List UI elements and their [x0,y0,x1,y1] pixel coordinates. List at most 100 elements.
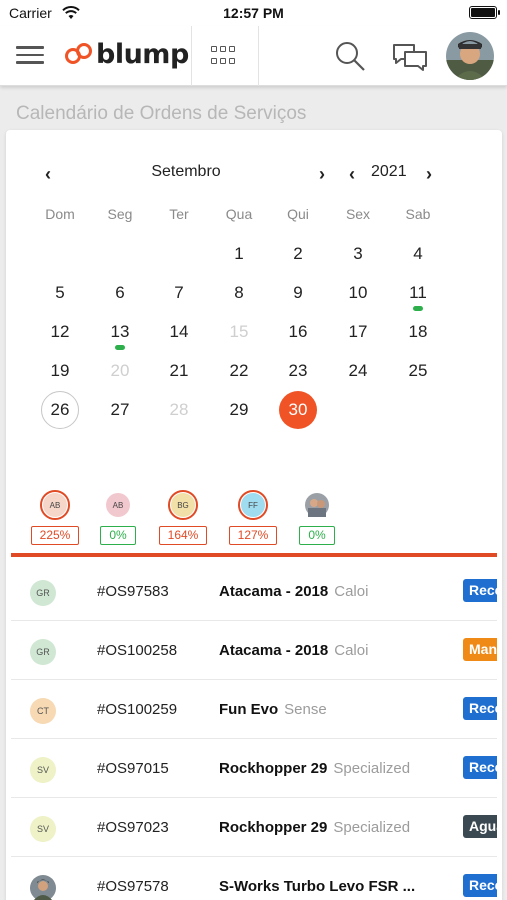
calendar-day[interactable]: 22 [220,352,258,390]
calendar-day-label: 30 [288,400,308,419]
weekday-label: Ter [169,206,189,222]
technician-photo [305,493,329,517]
calendar-day[interactable]: 3 [339,235,377,273]
next-month-button[interactable]: › [313,164,331,184]
calendar-day-label: 26 [50,400,70,419]
calendar-day[interactable]: 19 [41,352,79,390]
chat-icon[interactable] [392,42,428,72]
calendar-day[interactable]: 21 [160,352,198,390]
calendar-day-label: 24 [348,361,368,380]
calendar-day-label: 16 [288,322,308,341]
apps-grid-button[interactable] [211,46,237,66]
order-status-badge: Rece [463,874,497,897]
order-number: #OS97578 [97,878,169,895]
prev-year-button[interactable]: ‹ [343,164,361,184]
bike-model: S-Works Turbo Levo FSR ... [219,878,415,895]
calendar-day[interactable]: 18 [399,313,437,351]
calendar-day-selected[interactable]: 30 [279,391,317,429]
calendar-day[interactable]: 1 [220,235,258,273]
calendar-day-label: 18 [408,322,428,341]
service-order-row[interactable]: CT #OS100259 Fun Evo Sense Rece [11,681,497,739]
calendar-day[interactable]: 5 [41,274,79,312]
menu-button[interactable] [16,42,44,66]
order-status-badge: Man [463,638,497,661]
header-divider [191,26,192,86]
calendar-day[interactable]: 9 [279,274,317,312]
service-order-row[interactable]: GR #OS97583 Atacama - 2018 Caloi Rece [11,563,497,621]
weekday-label: Dom [45,206,75,222]
calendar-day[interactable]: 16 [279,313,317,351]
technician-filter[interactable]: AB 0% [87,490,147,548]
calendar-day-label: 9 [293,283,303,302]
calendar-day-label: 15 [229,322,249,341]
bike-model: Atacama - 2018 Caloi [219,642,368,659]
bike-model-name: Rockhopper 29 [219,819,328,836]
calendar-day[interactable]: 2 [279,235,317,273]
calendar-day[interactable]: 7 [160,274,198,312]
calendar-day-label: 13 [110,322,130,341]
service-order-row[interactable]: SV #OS97023 Rockhopper 29 Specialized Agua [11,799,497,857]
order-number: #OS100258 [97,642,178,659]
weekday-label: Qua [225,206,253,222]
calendar-day[interactable]: 11 [399,274,437,312]
calendar-day[interactable]: 24 [339,352,377,390]
bike-model: Rockhopper 29 Specialized [219,819,410,836]
calendar-day-label: 3 [353,244,363,263]
calendar-day[interactable]: 23 [279,352,317,390]
calendar-day-label: 4 [413,244,423,263]
client-initials-avatar: CT [30,698,56,724]
calendar-day[interactable]: 14 [160,313,198,351]
calendar-day-label: 12 [50,322,70,341]
calendar-day[interactable]: 27 [101,391,139,429]
order-status-badge: Rece [463,697,497,720]
calendar-day-label: 1 [234,244,244,263]
order-status-badge: Agua [463,815,497,838]
calendar-day[interactable]: 4 [399,235,437,273]
event-indicator-dot [413,306,423,311]
calendar-day-label: 25 [408,361,428,380]
service-order-row[interactable]: SV #OS97015 Rockhopper 29 Specialized Rece [11,740,497,798]
technician-avatar: BG [168,490,198,520]
weekday-header: Dom Seg Ter Qua Qui Sex Sab [30,206,478,226]
technician-occupancy-percent: 127% [229,526,277,545]
calendar-day[interactable]: 8 [220,274,258,312]
technician-filter[interactable]: AB 225% [24,490,84,548]
weekday-label: Sab [405,206,431,222]
technician-occupancy-percent: 0% [299,526,335,545]
event-indicator-dot [115,345,125,350]
technician-filter[interactable]: BG 164% [152,490,212,548]
bike-brand: Specialized [333,819,411,836]
search-icon[interactable] [334,40,366,72]
calendar-day-label: 6 [115,283,125,302]
calendar-day[interactable]: 12 [41,313,79,351]
service-order-row[interactable]: #OS97578 S-Works Turbo Levo FSR ... Rece [11,858,497,900]
calendar-day-label: 10 [348,283,368,302]
calendar-day[interactable]: 25 [399,352,437,390]
battery-icon [469,6,500,19]
technician-avatar: AB [103,490,133,520]
service-order-row[interactable]: GR #OS100258 Atacama - 2018 Caloi Man [11,622,497,680]
calendar-day[interactable]: 17 [339,313,377,351]
technician-occupancy-percent: 164% [159,526,207,545]
technician-filter[interactable]: 0% [286,490,346,548]
calendar-day-label: 22 [229,361,249,380]
technician-filter[interactable]: FF 127% [222,490,282,548]
client-initials-avatar: GR [30,639,56,665]
header-divider [258,26,259,86]
weekday-label: Sex [345,206,371,222]
calendar-day-today[interactable]: 26 [41,391,79,429]
technician-initials: BG [171,493,195,517]
calendar-day-label: 19 [50,361,70,380]
bike-brand: Sense [284,701,327,718]
client-initials-avatar: SV [30,757,56,783]
calendar-day-label: 7 [174,283,184,302]
calendar-day[interactable]: 6 [101,274,139,312]
calendar-day[interactable]: 29 [220,391,258,429]
next-year-button[interactable]: › [420,164,438,184]
calendar-day-label: 17 [348,322,368,341]
user-avatar[interactable] [446,32,494,80]
technician-occupancy-percent: 0% [100,526,136,545]
calendar-day[interactable]: 10 [339,274,377,312]
calendar-day[interactable]: 13 [101,313,139,351]
app-header: blump [0,26,507,86]
